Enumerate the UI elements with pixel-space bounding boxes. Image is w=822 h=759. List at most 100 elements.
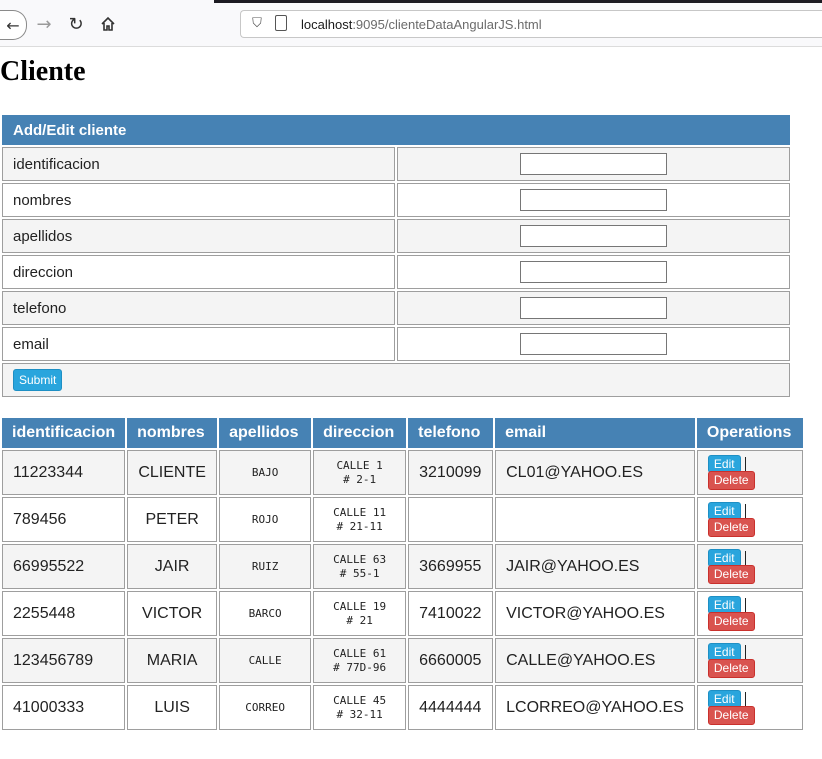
field-label: email <box>2 327 395 361</box>
edit-button[interactable]: Edit <box>707 548 741 567</box>
reload-icon: ↻ <box>68 13 84 35</box>
url-text[interactable]: localhost:9095/clienteDataAngularJS.html <box>301 17 542 32</box>
arrow-left-icon: ← <box>6 15 20 35</box>
cell-telefono: 3669955 <box>408 544 494 589</box>
form-submit-row: Submit <box>2 363 790 397</box>
direccion-line: CALLE 11 <box>333 505 387 519</box>
direccion-line: CALLE 45 <box>333 693 387 707</box>
cell-email: VICTOR@YAHOO.ES <box>495 591 695 636</box>
form-row: telefono <box>2 291 790 325</box>
direccion-line: # 21 <box>346 613 373 627</box>
cell-identificacion: 123456789 <box>2 638 126 683</box>
email-input[interactable] <box>520 333 667 355</box>
table-row: 11223344 CLIENTE BAJO CALLE 1 # 2-1 32100… <box>2 450 803 495</box>
cell-operations: Edit Delete <box>696 544 803 589</box>
cell-telefono <box>408 497 494 542</box>
col-direccion: direccion <box>313 418 407 448</box>
cell-apellidos: BAJO <box>219 450 312 495</box>
url-host: localhost <box>301 17 353 32</box>
edit-button[interactable]: Edit <box>707 454 741 473</box>
edit-button[interactable]: Edit <box>707 689 741 708</box>
cell-identificacion: 11223344 <box>2 450 126 495</box>
direccion-line: # 21-11 <box>336 519 383 533</box>
edit-button[interactable]: Edit <box>707 501 741 520</box>
edit-button[interactable]: Edit <box>707 595 741 614</box>
back-button[interactable]: ← <box>0 10 27 40</box>
cell-operations: Edit Delete <box>696 450 803 495</box>
form-header: Add/Edit cliente <box>2 115 790 145</box>
tab-strip <box>214 0 822 3</box>
direccion-line: # 2-1 <box>343 472 377 486</box>
home-button[interactable] <box>96 12 120 36</box>
cell-apellidos: ROJO <box>219 497 312 542</box>
cell-apellidos: RUIZ <box>219 544 312 589</box>
cell-identificacion: 2255448 <box>2 591 126 636</box>
forward-button[interactable]: → <box>32 12 56 36</box>
cell-apellidos: BARCO <box>219 591 312 636</box>
form-row: direccion <box>2 255 790 289</box>
direccion-line: CALLE 19 <box>333 599 387 613</box>
table-row: 66995522 JAIR RUIZ CALLE 63 # 55-1 366995… <box>2 544 803 589</box>
separator <box>744 691 746 706</box>
nombres-input[interactable] <box>520 189 667 211</box>
col-apellidos: apellidos <box>219 418 312 448</box>
clients-table: identificacion nombres apellidos direcci… <box>0 416 805 732</box>
col-identificacion: identificacion <box>2 418 126 448</box>
identificacion-input[interactable] <box>520 153 667 175</box>
direccion-line: CALLE 1 <box>336 458 383 472</box>
cell-telefono: 4444444 <box>408 685 494 730</box>
table-row: 123456789 MARIA CALLE CALLE 61 # 77D-96 6… <box>2 638 803 683</box>
cell-apellidos: CORREO <box>219 685 312 730</box>
submit-button[interactable]: Submit <box>13 369 63 391</box>
address-bar[interactable]: ⛉ localhost:9095/clienteDataAngularJS.ht… <box>240 10 822 38</box>
delete-button[interactable]: Delete <box>707 705 755 725</box>
cell-email: CL01@YAHOO.ES <box>495 450 695 495</box>
delete-button[interactable]: Delete <box>707 658 755 678</box>
table-row: 789456 PETER ROJO CALLE 11 # 21-11 Edit De… <box>2 497 803 542</box>
field-label: apellidos <box>2 219 395 253</box>
delete-button[interactable]: Delete <box>707 611 755 631</box>
cell-nombres: VICTOR <box>127 591 218 636</box>
telefono-input[interactable] <box>520 297 667 319</box>
delete-button[interactable]: Delete <box>707 470 755 490</box>
page-icon <box>275 15 287 31</box>
page-title: Cliente <box>0 56 86 87</box>
separator <box>744 597 746 612</box>
field-label: telefono <box>2 291 395 325</box>
cell-apellidos: CALLE <box>219 638 312 683</box>
delete-button[interactable]: Delete <box>707 517 755 537</box>
cell-email: CALLE@YAHOO.ES <box>495 638 695 683</box>
cell-identificacion: 41000333 <box>2 685 126 730</box>
form-row: email <box>2 327 790 361</box>
direccion-line: # 32-11 <box>336 707 383 721</box>
cell-email: LCORREO@YAHOO.ES <box>495 685 695 730</box>
form-row: apellidos <box>2 219 790 253</box>
cell-email <box>495 497 695 542</box>
separator <box>744 550 746 565</box>
shield-icon[interactable]: ⛉ <box>249 16 265 32</box>
cell-telefono: 7410022 <box>408 591 494 636</box>
field-label: direccion <box>2 255 395 289</box>
url-path: :9095/clienteDataAngularJS.html <box>352 17 542 32</box>
form-row: identificacion <box>2 147 790 181</box>
delete-button[interactable]: Delete <box>707 564 755 584</box>
cell-direccion: CALLE 45 # 32-11 <box>313 685 407 730</box>
cell-telefono: 3210099 <box>408 450 494 495</box>
col-email: email <box>495 418 695 448</box>
cell-identificacion: 789456 <box>2 497 126 542</box>
direccion-line: CALLE 61 <box>333 646 387 660</box>
cell-identificacion: 66995522 <box>2 544 126 589</box>
reload-button[interactable]: ↻ <box>64 12 88 36</box>
edit-button[interactable]: Edit <box>707 642 741 661</box>
cell-nombres: MARIA <box>127 638 218 683</box>
cell-email: JAIR@YAHOO.ES <box>495 544 695 589</box>
table-header-row: identificacion nombres apellidos direcci… <box>2 418 803 448</box>
col-nombres: nombres <box>127 418 218 448</box>
apellidos-input[interactable] <box>520 225 667 247</box>
cell-direccion: CALLE 63 # 55-1 <box>313 544 407 589</box>
direccion-line: CALLE 63 <box>333 552 387 566</box>
cell-nombres: PETER <box>127 497 218 542</box>
direccion-input[interactable] <box>520 261 667 283</box>
home-icon <box>101 16 115 31</box>
cell-telefono: 6660005 <box>408 638 494 683</box>
